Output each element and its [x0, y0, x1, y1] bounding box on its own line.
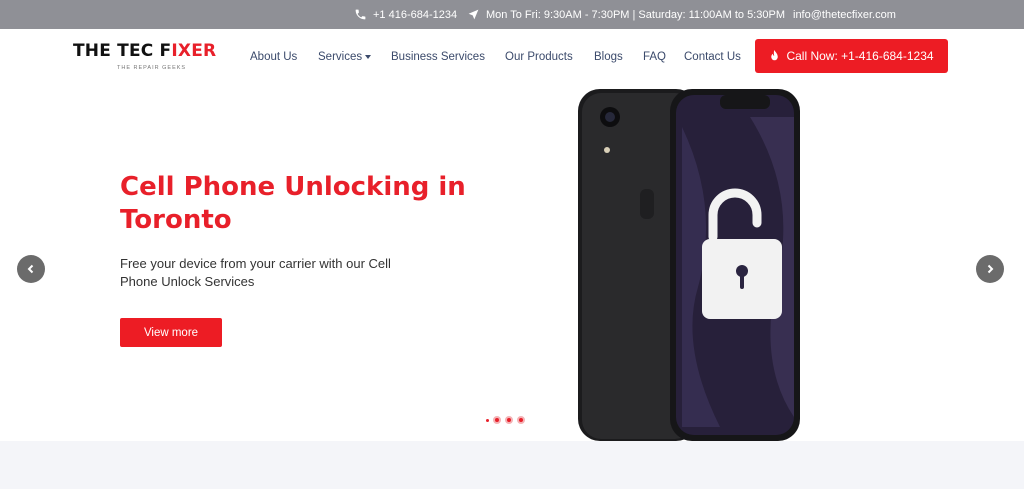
slider-dot-3[interactable]: [505, 416, 513, 424]
nav-services[interactable]: Services: [318, 51, 372, 63]
nav-contact-us[interactable]: Contact Us: [684, 51, 741, 63]
hero-subtitle: Free your device from your carrier with …: [120, 256, 391, 289]
phone-icon: [355, 9, 366, 20]
nav-blogs[interactable]: Blogs: [594, 51, 623, 63]
slider-prev-button[interactable]: [17, 255, 45, 283]
topbar-hours: Mon To Fri: 9:30AM - 7:30PM | Saturday: …: [467, 0, 785, 29]
call-now-label: Call Now: +1-416-684-1234: [786, 49, 934, 63]
slider-next-button[interactable]: [976, 255, 1004, 283]
view-more-button[interactable]: View more: [120, 318, 222, 347]
topbar-phone[interactable]: +1 416-684-1234: [354, 0, 457, 29]
logo-wordmark: THE TEC FIXER: [73, 41, 217, 61]
location-arrow-icon: [468, 9, 479, 20]
hero-title: Cell Phone Unlocking in Toronto: [120, 172, 466, 235]
hero-slider: Cell Phone Unlocking in Toronto Free you…: [0, 87, 1024, 441]
unlocked-phone-image: [578, 89, 800, 441]
fire-icon: [771, 49, 779, 60]
topbar-email-text[interactable]: info@thetecfixer.com: [793, 9, 896, 21]
topbar-email[interactable]: info@thetecfixer.com: [793, 0, 896, 29]
main-header: THE TEC FIXER THE REPAIR GEEKS About Us …: [0, 29, 1024, 87]
nav-about-us[interactable]: About Us: [250, 51, 297, 63]
site-logo[interactable]: THE TEC FIXER THE REPAIR GEEKS: [73, 41, 233, 75]
slider-dot-1[interactable]: [486, 418, 489, 422]
chevron-right-icon: [987, 264, 994, 274]
topbar-phone-text: +1 416-684-1234: [373, 8, 458, 21]
logo-tagline: THE REPAIR GEEKS: [117, 65, 187, 71]
topbar-hours-text: Mon To Fri: 9:30AM - 7:30PM | Saturday: …: [486, 8, 785, 21]
nav-our-products[interactable]: Our Products: [505, 51, 573, 63]
section-band: [0, 441, 1024, 489]
slider-dot-2[interactable]: [493, 416, 501, 424]
slider-dot-4[interactable]: [517, 416, 525, 424]
call-now-button[interactable]: Call Now: +1-416-684-1234: [755, 39, 948, 73]
nav-business-services[interactable]: Business Services: [391, 51, 485, 63]
nav-services-label: Services: [318, 51, 363, 63]
nav-faq[interactable]: FAQ: [643, 51, 666, 63]
slider-dots: [486, 416, 525, 424]
chevron-left-icon: [27, 264, 34, 274]
caret-down-icon: [365, 54, 372, 59]
top-info-bar: +1 416-684-1234 Mon To Fri: 9:30AM - 7:3…: [0, 0, 1024, 29]
